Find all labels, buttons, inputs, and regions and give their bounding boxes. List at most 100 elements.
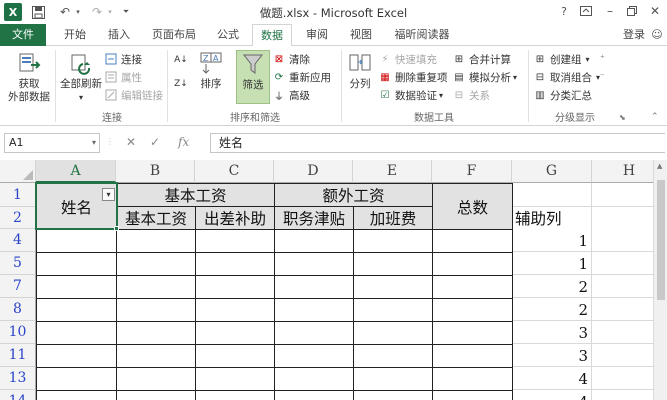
tab-home[interactable]: 开始 bbox=[55, 24, 95, 46]
row-header-1[interactable]: 1 bbox=[0, 183, 36, 207]
save-icon[interactable] bbox=[30, 3, 46, 21]
select-all-corner[interactable] bbox=[0, 160, 36, 183]
account-icon[interactable]: ☺ bbox=[650, 24, 664, 46]
restore-icon[interactable] bbox=[620, 2, 644, 20]
row-header-4[interactable]: 4 bbox=[0, 229, 36, 252]
tab-review[interactable]: 审阅 bbox=[298, 24, 336, 46]
group-divider bbox=[341, 50, 342, 122]
column-header-b[interactable]: B bbox=[116, 160, 195, 183]
subtotal-button[interactable]: ▥ 分类汇总 bbox=[533, 87, 592, 103]
column-header-f[interactable]: F bbox=[432, 160, 512, 183]
redo-icon[interactable]: ↷ bbox=[88, 3, 106, 21]
row-header-5[interactable]: 5 bbox=[0, 252, 36, 275]
sort-button[interactable]: ZA 排序 bbox=[194, 50, 228, 91]
undo-icon[interactable]: ↶ bbox=[56, 3, 74, 21]
refresh-dropdown-icon: ▾ bbox=[78, 93, 83, 102]
row-header-13[interactable]: 13 bbox=[0, 367, 36, 390]
fill-handle[interactable] bbox=[114, 226, 119, 231]
ribbon-display-icon[interactable] bbox=[574, 2, 598, 20]
redo-dropdown-icon[interactable]: ▾ bbox=[106, 3, 114, 21]
tab-view[interactable]: 视图 bbox=[342, 24, 380, 46]
cell-b2[interactable]: 基本工资 bbox=[117, 207, 195, 229]
cell-e2[interactable]: 加班费 bbox=[354, 207, 432, 229]
column-header-a[interactable]: A bbox=[36, 160, 116, 183]
consolidate-button[interactable]: ⊞ 合并计算 bbox=[452, 51, 511, 67]
helper-value-row14[interactable]: 4 bbox=[513, 390, 591, 400]
remove-duplicates-button[interactable]: ▦ 删除重复项 bbox=[378, 69, 447, 85]
edit-links-button[interactable]: 编辑链接 bbox=[104, 87, 163, 103]
helper-value-row13[interactable]: 4 bbox=[513, 367, 591, 390]
helper-value-row11[interactable]: 3 bbox=[513, 344, 591, 367]
tab-formulas[interactable]: 公式 bbox=[210, 24, 246, 46]
tab-file[interactable]: 文件 bbox=[0, 24, 46, 46]
cell-d1-extra-wage[interactable]: 额外工资 bbox=[275, 184, 432, 206]
tab-insert[interactable]: 插入 bbox=[100, 24, 138, 46]
close-icon[interactable]: ✕ bbox=[643, 2, 667, 20]
cell-b1-basic-wage[interactable]: 基本工资 bbox=[117, 184, 274, 206]
row-header-10[interactable]: 10 bbox=[0, 321, 36, 344]
worksheet-grid[interactable]: A B C D E F G H 1 2 4 5 7 8 10 11 13 14 … bbox=[0, 160, 667, 400]
helper-value-row7[interactable]: 2 bbox=[513, 275, 591, 298]
cell-c2[interactable]: 出差补助 bbox=[196, 207, 274, 229]
login-link[interactable]: 登录 bbox=[623, 24, 645, 46]
scrollbar-thumb[interactable] bbox=[657, 180, 665, 300]
consolidate-icon: ⊞ bbox=[454, 53, 464, 65]
customize-qat-icon[interactable]: ⏷ bbox=[120, 3, 132, 21]
whatif-analysis-button[interactable]: ▤ 模拟分析 ▾ bbox=[452, 69, 517, 85]
flash-fill-button[interactable]: ⚡ 快速填充 bbox=[378, 51, 437, 67]
helper-value-row10[interactable]: 3 bbox=[513, 321, 591, 344]
collapse-ribbon-icon[interactable]: ⌃ bbox=[651, 109, 659, 125]
cell-f1-total[interactable]: 总数 bbox=[433, 184, 512, 229]
tab-data[interactable]: 数据 bbox=[252, 24, 292, 47]
enter-icon[interactable]: ✓ bbox=[150, 135, 160, 149]
connections-button[interactable]: 连接 bbox=[104, 51, 142, 67]
vertical-scrollbar[interactable]: ▲ bbox=[653, 160, 667, 400]
name-box-dropdown-icon[interactable]: ▾ bbox=[92, 134, 96, 152]
text-to-columns-button[interactable]: 分列 bbox=[344, 50, 376, 91]
column-header-e[interactable]: E bbox=[353, 160, 432, 183]
show-detail-icon[interactable]: ⁺ bbox=[600, 51, 605, 67]
help-icon[interactable]: ? bbox=[552, 2, 576, 20]
properties-button[interactable]: 属性 bbox=[104, 69, 142, 85]
helper-value-row4[interactable]: 1 bbox=[513, 229, 591, 252]
row-header-2[interactable]: 2 bbox=[0, 207, 36, 229]
advanced-filter-button[interactable]: ⏚ 高级 bbox=[272, 87, 310, 103]
row-header-8[interactable]: 8 bbox=[0, 298, 36, 321]
helper-value-row5[interactable]: 1 bbox=[513, 252, 591, 275]
get-external-data-button[interactable]: 获取 外部数据 bbox=[4, 50, 54, 104]
cell-g2-helper-column[interactable]: 辅助列 bbox=[513, 207, 591, 229]
sort-asc-button[interactable]: A↓ bbox=[172, 52, 193, 68]
clear-filter-button[interactable]: ⊠ 清除 bbox=[272, 51, 310, 67]
tab-page-layout[interactable]: 页面布局 bbox=[144, 24, 204, 46]
minimize-icon[interactable]: – bbox=[598, 2, 622, 20]
title-bar: X ↶ ▾ ↷ ▾ ⏷ 做题.xlsx - Microsoft Excel ? … bbox=[0, 0, 667, 24]
cancel-icon[interactable]: ✕ bbox=[126, 135, 136, 149]
remove-duplicates-icon: ▦ bbox=[380, 71, 390, 83]
outline-settings-icon[interactable]: ⬊ bbox=[619, 109, 626, 125]
name-box[interactable]: A1 ▾ bbox=[4, 133, 100, 153]
column-header-g[interactable]: G bbox=[512, 160, 592, 183]
data-validation-button[interactable]: ☑ 数据验证 ▾ bbox=[378, 87, 444, 103]
column-header-c[interactable]: C bbox=[195, 160, 274, 183]
relationships-button[interactable]: ⊟ 关系 bbox=[452, 87, 490, 103]
reapply-button[interactable]: ⟳ 重新应用 bbox=[272, 69, 331, 85]
cell-d2[interactable]: 职务津贴 bbox=[275, 207, 353, 229]
row-header-11[interactable]: 11 bbox=[0, 344, 36, 367]
scroll-up-icon[interactable]: ▲ bbox=[657, 162, 662, 170]
tab-foxit-reader[interactable]: 福昕阅读器 bbox=[388, 24, 456, 46]
helper-value-row8[interactable]: 2 bbox=[513, 298, 591, 321]
column-header-d[interactable]: D bbox=[274, 160, 353, 183]
row-header-7[interactable]: 7 bbox=[0, 275, 36, 298]
create-group-button[interactable]: ⊞ 创建组 ▾ bbox=[533, 51, 590, 67]
ungroup-button[interactable]: ⊟ 取消组合 ▾ bbox=[533, 69, 600, 85]
filter-dropdown-icon[interactable]: ▾ bbox=[102, 188, 115, 201]
refresh-all-label: 全部刷新 bbox=[60, 78, 102, 90]
sort-desc-button[interactable]: Z↓ bbox=[172, 76, 193, 92]
formula-input[interactable]: 姓名 bbox=[210, 133, 665, 153]
refresh-all-button[interactable]: 全部刷新 ▾ bbox=[58, 50, 104, 104]
hide-detail-icon[interactable]: ⁻ bbox=[600, 69, 605, 85]
undo-dropdown-icon[interactable]: ▾ bbox=[74, 3, 82, 21]
row-header-14[interactable]: 14 bbox=[0, 390, 36, 400]
insert-function-icon[interactable]: fx bbox=[178, 135, 189, 149]
filter-button[interactable]: 筛选 bbox=[236, 50, 270, 104]
